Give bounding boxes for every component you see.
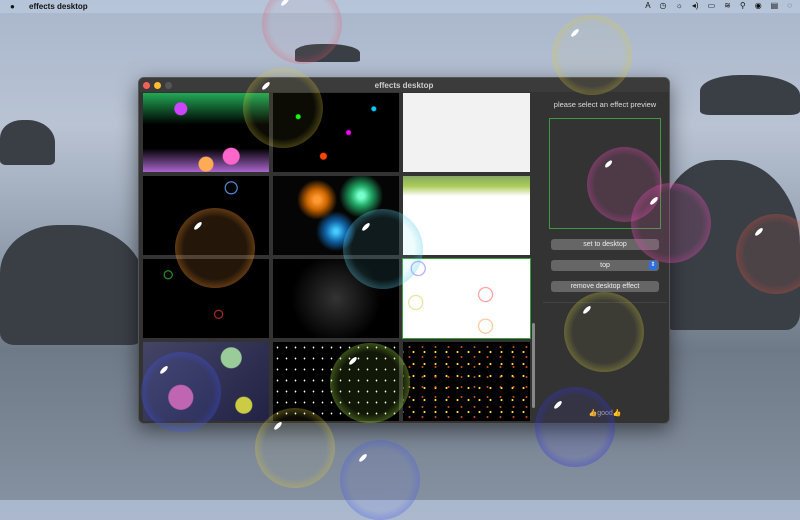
effect-circles-dark[interactable] bbox=[143, 259, 269, 338]
app-window: effects desktop please select an effect … bbox=[138, 77, 670, 424]
rock bbox=[0, 120, 55, 165]
select-prompt: please select an effect preview bbox=[553, 100, 657, 109]
apple-icon[interactable]: ● bbox=[10, 2, 24, 11]
scrollbar[interactable] bbox=[532, 323, 535, 408]
effect-stars[interactable] bbox=[273, 342, 399, 421]
time-machine-icon[interactable]: ◷ bbox=[660, 1, 667, 10]
app-menu[interactable]: effects desktop bbox=[29, 2, 88, 11]
effect-grid bbox=[143, 93, 531, 421]
wifi-icon[interactable]: ≋ bbox=[724, 1, 731, 10]
footer-good: 👍good👍 bbox=[588, 410, 622, 417]
position-select-value: top bbox=[600, 262, 610, 269]
effect-bokeh[interactable] bbox=[143, 342, 269, 421]
control-center-icon[interactable]: ▤ bbox=[771, 1, 779, 10]
rock bbox=[295, 44, 360, 62]
effect-confetti-dots[interactable] bbox=[143, 93, 269, 172]
divider bbox=[543, 302, 667, 303]
volume-icon[interactable]: ◂) bbox=[692, 1, 699, 10]
effect-leaves[interactable] bbox=[403, 176, 530, 255]
user-icon[interactable]: ◉ bbox=[755, 1, 762, 10]
set-to-desktop-button[interactable]: set to desktop bbox=[551, 239, 659, 250]
effect-sparkle-stars[interactable] bbox=[273, 259, 399, 338]
chevron-updown-icon: ⇕ bbox=[649, 261, 657, 270]
effect-bubbles-dark[interactable] bbox=[143, 176, 269, 255]
bubble bbox=[340, 440, 420, 520]
rock bbox=[700, 75, 800, 115]
remove-desktop-effect-button[interactable]: remove desktop effect bbox=[551, 281, 659, 292]
effect-preview bbox=[549, 118, 661, 229]
input-source-icon[interactable]: A bbox=[645, 1, 650, 10]
effect-rings-white[interactable] bbox=[402, 258, 531, 339]
siri-icon[interactable]: ◌ bbox=[787, 1, 792, 10]
menu-bar: ● effects desktop A ◷ ☼ ◂) ▭ ≋ ⚲ ◉ ▤ ◌ bbox=[0, 0, 800, 13]
brightness-icon[interactable]: ☼ bbox=[676, 1, 683, 10]
window-title: effects desktop bbox=[374, 80, 434, 90]
sidebar: please select an effect preview set to d… bbox=[539, 92, 669, 423]
battery-icon[interactable]: ▭ bbox=[708, 1, 716, 10]
position-select[interactable]: top ⇕ bbox=[551, 260, 659, 271]
effect-white-texture[interactable] bbox=[403, 93, 530, 172]
effect-fireworks[interactable] bbox=[273, 176, 399, 255]
rock bbox=[0, 225, 145, 345]
search-icon[interactable]: ⚲ bbox=[740, 1, 746, 10]
title-bar: effects desktop bbox=[139, 78, 669, 92]
effect-colorful-confetti[interactable] bbox=[403, 342, 530, 421]
effect-emoji-symbols[interactable] bbox=[273, 93, 399, 172]
rock bbox=[660, 160, 800, 330]
